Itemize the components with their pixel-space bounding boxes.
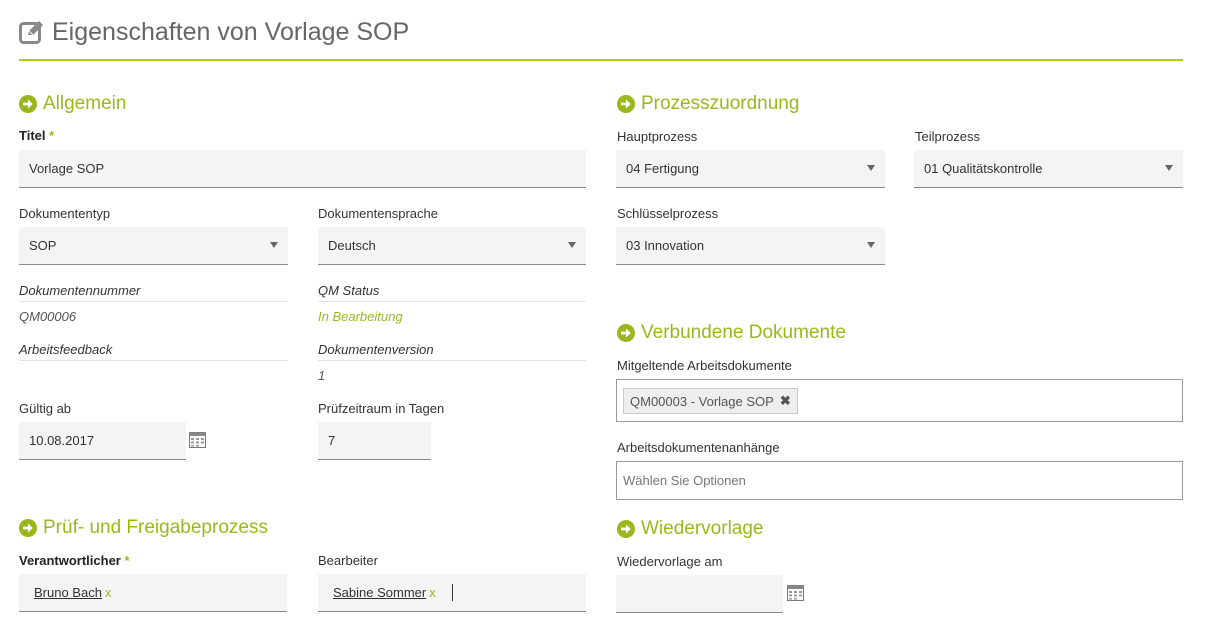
titel-label-text: Titel bbox=[19, 128, 46, 143]
anhaenge-placeholder: Wählen Sie Optionen bbox=[623, 473, 746, 488]
schluesselprozess-label: Schlüsselprozess bbox=[617, 206, 719, 221]
dokumententyp-label: Dokumententyp bbox=[19, 206, 111, 221]
section-verbundene-dokumente: Verbundene Dokumente bbox=[617, 321, 846, 345]
pruefzeitraum-label: Prüfzeitraum in Tagen bbox=[318, 401, 445, 416]
gueltig-ab-label: Gültig ab bbox=[19, 401, 72, 416]
hauptprozess-select[interactable]: 04 Fertigung bbox=[616, 150, 885, 188]
titel-value: Vorlage SOP bbox=[29, 161, 105, 176]
qm-status-value: In Bearbeitung bbox=[318, 309, 403, 324]
teilprozess-value: 01 Qualitätskontrolle bbox=[924, 161, 1043, 176]
chevron-down-icon bbox=[270, 242, 278, 248]
page-header: Eigenschaften von Vorlage SOP bbox=[19, 14, 1183, 61]
section-pruef-freigabe: Prüf- und Freigabeprozess bbox=[19, 516, 268, 540]
required-mark: * bbox=[49, 128, 55, 143]
wiedervorlage-am-label: Wiedervorlage am bbox=[617, 554, 723, 569]
titel-input[interactable]: Vorlage SOP bbox=[19, 150, 586, 188]
titel-label: Titel * bbox=[19, 128, 54, 143]
dokumentenversion-label: Dokumentenversion bbox=[318, 342, 586, 361]
remove-person-icon[interactable]: x bbox=[105, 585, 112, 600]
pruefzeitraum-value: 7 bbox=[328, 433, 336, 448]
bearbeiter-label: Bearbeiter bbox=[318, 553, 378, 568]
section-allgemein: Allgemein bbox=[19, 92, 126, 116]
section-title: Wiedervorlage bbox=[641, 518, 764, 539]
section-title: Verbundene Dokumente bbox=[641, 322, 846, 343]
dokumentennummer-value: QM00006 bbox=[19, 309, 77, 324]
chevron-down-icon bbox=[568, 242, 576, 248]
anhaenge-label: Arbeitsdokumentenanhänge bbox=[617, 440, 780, 455]
calendar-icon[interactable] bbox=[189, 432, 206, 448]
section-title: Prozesszuordnung bbox=[641, 93, 800, 114]
mitgeltende-multiselect[interactable]: QM00003 - Vorlage SOP ✖ bbox=[616, 379, 1183, 422]
dokumentensprache-label: Dokumentensprache bbox=[318, 206, 438, 221]
pruefzeitraum-input[interactable]: 7 bbox=[318, 422, 431, 460]
person-chip: Bruno Bach bbox=[34, 585, 102, 600]
section-wiedervorlage: Wiedervorlage bbox=[617, 517, 764, 541]
bearbeiter-input[interactable]: Sabine Sommer x bbox=[318, 574, 586, 612]
dokumentennummer-label: Dokumentennummer bbox=[19, 283, 288, 302]
arrow-right-circle-icon bbox=[19, 95, 37, 113]
hauptprozess-label: Hauptprozess bbox=[617, 129, 698, 144]
text-cursor bbox=[451, 584, 453, 601]
wiedervorlage-am-input[interactable] bbox=[616, 575, 783, 613]
mitgeltende-label: Mitgeltende Arbeitsdokumente bbox=[617, 358, 792, 373]
selected-document-tag: QM00003 - Vorlage SOP ✖ bbox=[623, 388, 798, 414]
dokumentenversion-value: 1 bbox=[318, 368, 326, 383]
verantwortlicher-label: Verantwortlicher * bbox=[19, 553, 130, 568]
chevron-down-icon bbox=[867, 165, 875, 171]
arrow-right-circle-icon bbox=[617, 520, 635, 538]
gueltig-ab-value: 10.08.2017 bbox=[29, 433, 95, 448]
remove-person-icon[interactable]: x bbox=[429, 585, 436, 600]
arrow-right-circle-icon bbox=[19, 519, 37, 537]
section-prozesszuordnung: Prozesszuordnung bbox=[617, 92, 799, 116]
dokumentensprache-value: Deutsch bbox=[328, 238, 376, 253]
schluesselprozess-value: 03 Innovation bbox=[626, 238, 705, 253]
dokumententyp-select[interactable]: SOP bbox=[19, 227, 288, 265]
dokumententyp-value: SOP bbox=[29, 238, 57, 253]
person-chip: Sabine Sommer bbox=[333, 585, 427, 600]
tag-label: QM00003 - Vorlage SOP bbox=[630, 393, 774, 409]
qm-status-label: QM Status bbox=[318, 283, 586, 302]
arbeitsfeedback-label: Arbeitsfeedback bbox=[19, 342, 288, 361]
arrow-right-circle-icon bbox=[617, 324, 635, 342]
page-title: Eigenschaften von Vorlage SOP bbox=[52, 18, 410, 46]
gueltig-ab-input[interactable]: 10.08.2017 bbox=[19, 422, 186, 460]
calendar-icon[interactable] bbox=[787, 585, 804, 601]
chevron-down-icon bbox=[867, 242, 875, 248]
verantwortlicher-input[interactable]: Bruno Bach x bbox=[19, 574, 287, 612]
teilprozess-label: Teilprozess bbox=[915, 129, 981, 144]
remove-tag-icon[interactable]: ✖ bbox=[780, 393, 791, 409]
teilprozess-select[interactable]: 01 Qualitätskontrolle bbox=[914, 150, 1183, 188]
dokumentensprache-select[interactable]: Deutsch bbox=[318, 227, 586, 265]
verantwortlicher-label-text: Verantwortlicher bbox=[19, 553, 121, 568]
edit-icon bbox=[19, 21, 43, 44]
chevron-down-icon bbox=[1165, 165, 1173, 171]
schluesselprozess-select[interactable]: 03 Innovation bbox=[616, 227, 885, 265]
anhaenge-multiselect[interactable]: Wählen Sie Optionen bbox=[616, 461, 1183, 500]
section-title: Prüf- und Freigabeprozess bbox=[43, 517, 268, 538]
section-title: Allgemein bbox=[43, 93, 127, 114]
hauptprozess-value: 04 Fertigung bbox=[626, 161, 699, 176]
required-mark: * bbox=[124, 553, 130, 568]
arrow-right-circle-icon bbox=[617, 95, 635, 113]
